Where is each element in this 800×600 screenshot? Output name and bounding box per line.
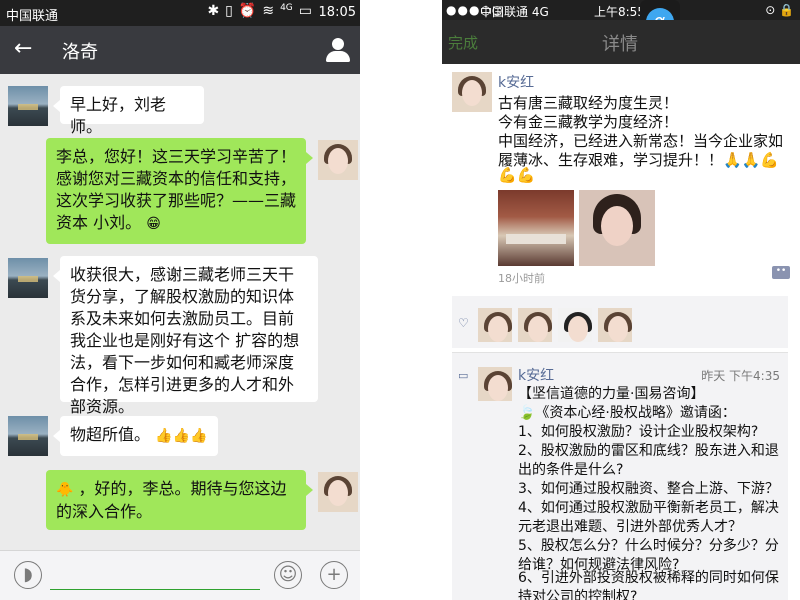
post-line: 💪💪: [498, 166, 536, 184]
comment-line: 3、如何通过股权融资、整合上游、下游？: [518, 481, 779, 497]
comment-line: 【坚信道德的力量·国易咨询】: [518, 386, 705, 402]
comment-time: 昨天 下午4:35: [701, 369, 780, 383]
carrier-label: 中国联通 4G: [480, 5, 549, 19]
likes-section: ♡: [452, 296, 788, 348]
voice-icon[interactable]: ◗: [14, 561, 42, 589]
done-button[interactable]: 完成: [448, 32, 478, 53]
comment-bubble-icon: ▭: [458, 369, 469, 382]
input-bar: ◗ ☺ +: [0, 550, 360, 600]
battery-icon: ⊙ 🔒: [765, 3, 794, 17]
wifi-icon: ≋: [262, 3, 275, 19]
comment-line: 2、股权激励的雷区和底线？股东进入和退出的条件是什么?: [518, 443, 779, 478]
message-text: 李总，您好！这三天学习辛苦了！感谢您对三藏资本的信任和支持，这次学习收获了那些呢…: [56, 147, 297, 232]
avatar[interactable]: [8, 416, 48, 456]
person-icon[interactable]: [324, 36, 352, 64]
left-chat-screen: 中国联通 ✱ ▯ ⏰ ≋ 4G ▭ 18:05 ← 洛奇 早上好，刘老师。 李总…: [0, 0, 360, 600]
message-bubble: 物超所值。 👍👍👍: [53, 416, 218, 456]
avatar[interactable]: [478, 367, 512, 401]
avatar[interactable]: [318, 140, 358, 180]
plus-icon[interactable]: +: [320, 561, 348, 589]
like-avatar[interactable]: [598, 308, 632, 342]
grin-emoji: 😁: [146, 216, 161, 232]
message-bubble: 早上好，刘老师。: [53, 86, 204, 136]
comments-section: ▭ k安红 昨天 下午4:35 【坚信道德的力量·国易咨询】 🍃《资本心经·股权…: [452, 352, 788, 600]
comment-line: 🍃《资本心经·股权战略》邀请函：: [518, 405, 736, 421]
post-photo-portrait[interactable]: [579, 190, 655, 266]
avatar[interactable]: [8, 86, 48, 126]
comment-action-icon[interactable]: ••: [772, 266, 790, 279]
comment-line: 6、引进外部投资股权被稀释的同时如何保持对公司的控制权?: [518, 570, 779, 600]
nav-bar: 完成 详情: [442, 20, 800, 64]
comment-line: 4、如何通过股权激励平衡新老员工，解决元老退出难题、引进外部优秀人才？: [518, 500, 779, 535]
alarm-icon: ⏰: [238, 3, 257, 19]
chat-header: ← 洛奇: [0, 26, 360, 74]
status-bar: 中国联通 ✱ ▯ ⏰ ≋ 4G ▭ 18:05: [0, 0, 360, 26]
clock: 18:05: [318, 5, 356, 20]
carrier-label: 中国联通: [6, 9, 59, 24]
post-author[interactable]: k安红: [498, 72, 534, 92]
avatar[interactable]: [8, 258, 48, 298]
post-photo-meeting[interactable]: [498, 190, 574, 266]
like-avatar[interactable]: [558, 308, 592, 342]
avatar[interactable]: [452, 72, 492, 112]
status-bar: ●●●○○ 中国联通 4G 上午8:55 ⊙ 🔒: [442, 0, 800, 20]
chick-emoji: 🐥: [56, 482, 74, 498]
heart-icon: ♡: [458, 316, 469, 330]
message-text: ，好的，李总。期待与您这边的深入合作。: [56, 479, 287, 521]
chat-title: 洛奇: [62, 42, 98, 63]
clock: 上午8:55: [594, 5, 645, 19]
message-bubble: 李总，您好！这三天学习辛苦了！感谢您对三藏资本的信任和支持，这次学习收获了那些呢…: [46, 138, 313, 244]
thumbs-up-emoji: 👍👍👍: [155, 428, 208, 444]
status-icons: ✱ ▯ ⏰ ≋ 4G ▭: [207, 3, 312, 19]
smiley-icon[interactable]: ☺: [274, 561, 302, 589]
like-avatar[interactable]: [518, 308, 552, 342]
vibrate-icon: ▯: [225, 3, 233, 19]
page-title: 详情: [602, 34, 638, 55]
like-avatar[interactable]: [478, 308, 512, 342]
arrow-left-icon[interactable]: ←: [14, 36, 32, 61]
message-text: 收获很大，感谢三藏老师三天干货分享，了解股权激励的知识体系及未来如何去激励员工。…: [70, 265, 300, 416]
avatar[interactable]: [318, 472, 358, 512]
post-line: 今有金三藏教学为度经济！: [498, 113, 679, 131]
message-bubble: 收获很大，感谢三藏老师三天干货分享，了解股权激励的知识体系及未来如何去激励员工。…: [53, 256, 318, 416]
battery-icon: ▭: [298, 3, 312, 19]
message-text: 物超所值。: [70, 425, 151, 444]
comment-line: 1、如何股权激励？设计企业股权架构?: [518, 424, 759, 440]
message-text: 早上好，刘老师。: [70, 95, 167, 136]
message-input[interactable]: [50, 589, 260, 590]
signal-icon: 4G: [280, 3, 293, 13]
bluetooth-icon: ✱: [207, 3, 220, 19]
message-bubble: 🐥 ，好的，李总。期待与您这边的深入合作。: [46, 470, 313, 530]
post-line: 中国经济，已经进入新常态！当今企业家如履薄冰、生存艰难，学习提升！！🙏🙏💪: [498, 132, 784, 169]
comment-author[interactable]: k安红: [518, 365, 554, 385]
post-time: 18小时前: [498, 272, 545, 285]
post-line: 古有唐三藏取经为度生灵！: [498, 94, 679, 112]
right-moments-screen: ●●●○○ 中国联通 4G 上午8:55 ⊙ 🔒 α 完成 详情 k安红 古有唐…: [442, 0, 800, 600]
